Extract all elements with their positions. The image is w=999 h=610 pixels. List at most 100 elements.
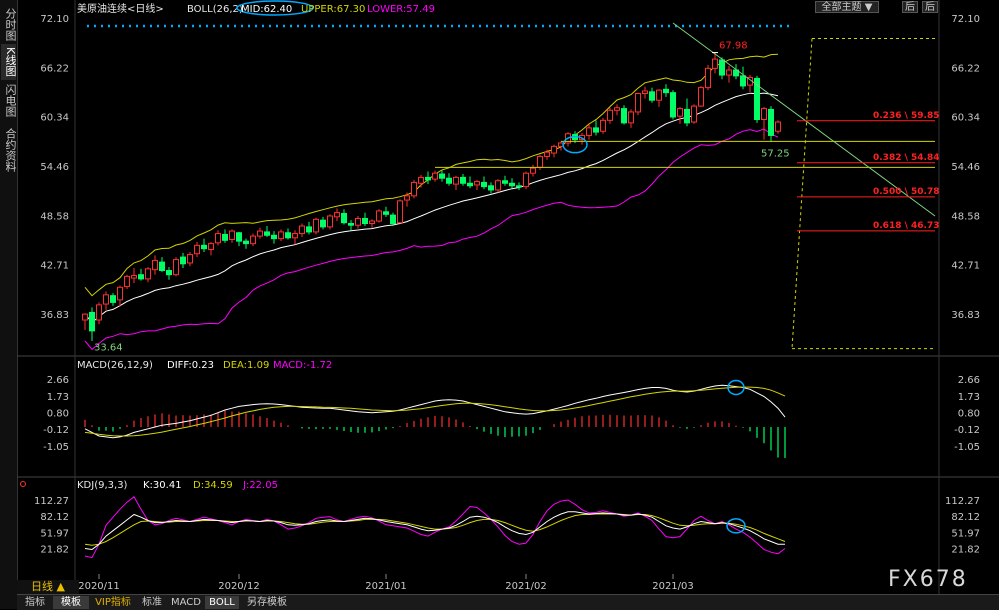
candle-body xyxy=(495,180,501,191)
candle-body xyxy=(180,256,186,265)
period-selector[interactable]: 日线 ▲ xyxy=(17,580,79,594)
candle-body xyxy=(670,92,676,118)
candle-body xyxy=(740,75,746,87)
sidebar-tab-3[interactable]: 合约资料 xyxy=(1,120,17,180)
macd-diff-line xyxy=(84,384,786,439)
candle-body xyxy=(656,89,662,101)
candle-body xyxy=(138,274,144,280)
candle-body xyxy=(334,212,340,218)
candle-body xyxy=(642,90,648,94)
boll-upper-label: UPPER:67.30 xyxy=(301,4,365,15)
sidebar-tab-0[interactable]: 分时图 xyxy=(1,6,17,42)
y-tick-label-right: 42.71 xyxy=(951,261,980,272)
y-tick-label-left: 72.10 xyxy=(40,14,69,25)
sidebar-tab-1[interactable]: K线图 xyxy=(1,44,17,80)
candle-body xyxy=(362,217,368,225)
candle-body xyxy=(719,59,725,76)
candle-body xyxy=(229,230,235,240)
topbar-controls: 全部主题 ▼ 后 后 xyxy=(812,0,999,14)
candle-body xyxy=(411,181,417,197)
y-tick-label-left: 21.82 xyxy=(40,545,69,556)
boll-mid-line xyxy=(84,92,779,324)
y-tick-label-right: 82.12 xyxy=(951,512,980,523)
fib-level-label: 0.618 \ 46.73 xyxy=(873,221,940,231)
chevron-down-icon: ▼ xyxy=(864,2,873,13)
candle-body xyxy=(131,275,137,279)
candle-body xyxy=(110,295,116,303)
candle-body xyxy=(446,177,452,184)
toolbar-tab-3[interactable]: 标准 xyxy=(137,596,167,609)
x-tick-label: 2020/11 xyxy=(78,581,120,592)
candle-body xyxy=(152,259,158,271)
candle-body xyxy=(208,243,214,251)
toolbar-tab-2[interactable]: VIP指标 xyxy=(91,596,135,609)
candle-body xyxy=(264,231,270,236)
boll-mid-label: MID:62.40 xyxy=(241,4,292,15)
candle-body xyxy=(397,200,403,224)
candle-body xyxy=(320,219,326,228)
y-tick-label-left: 0.80 xyxy=(47,409,69,420)
macd-dea-line xyxy=(84,386,786,437)
candle-body xyxy=(467,182,473,187)
candle-body xyxy=(327,215,333,228)
y-tick-label-left: 42.71 xyxy=(40,261,69,272)
candle-body xyxy=(530,167,536,174)
candle-body xyxy=(488,185,494,191)
last-low-annotation: 57.25 xyxy=(761,149,790,160)
candle-body xyxy=(481,181,487,188)
candle-body xyxy=(761,108,767,121)
y-tick-label-right: 112.27 xyxy=(945,496,980,507)
candle-body xyxy=(383,211,389,215)
candle-body xyxy=(194,244,200,255)
toolbar-tab-1[interactable]: 模板 xyxy=(53,596,89,609)
candle-body xyxy=(516,185,522,188)
candle-body xyxy=(474,181,480,186)
y-tick-label-right: 36.83 xyxy=(951,310,980,321)
kdj-d-label: D:34.59 xyxy=(193,480,233,491)
macd-value-label: MACD:-1.72 xyxy=(273,360,332,371)
candle-body xyxy=(103,294,109,305)
toolbar-tab-0[interactable]: 指标 xyxy=(19,596,51,609)
toolbar-tab-6[interactable]: 另存模板 xyxy=(241,596,293,609)
y-tick-label-right: 1.73 xyxy=(958,392,980,403)
kdj-settings-icon xyxy=(20,481,26,487)
candle-body xyxy=(124,275,130,287)
topbar-button-a[interactable]: 后 xyxy=(902,1,918,13)
candle-body xyxy=(551,145,557,154)
candle-body xyxy=(691,105,697,123)
candle-body xyxy=(299,225,305,235)
boll-label: BOLL(26,2) xyxy=(187,4,243,15)
candle-body xyxy=(621,108,627,124)
theme-select[interactable]: 全部主题 ▼ xyxy=(815,1,879,13)
y-tick-label-left: 51.97 xyxy=(40,528,69,539)
candle-body xyxy=(418,176,424,184)
candle-body xyxy=(145,268,151,280)
candle-body xyxy=(271,234,277,240)
toolbar-tab-5[interactable]: BOLL xyxy=(205,596,239,609)
y-tick-label-left: 112.27 xyxy=(34,496,69,507)
candle-body xyxy=(285,232,291,239)
macd-title: MACD(26,12,9) xyxy=(77,360,153,371)
candle-body xyxy=(586,127,592,136)
candle-body xyxy=(222,233,228,241)
sidebar-tab-2[interactable]: 闪电图 xyxy=(1,82,17,118)
macd-diff-label: DIFF:0.23 xyxy=(167,360,214,371)
y-tick-label-left: 48.58 xyxy=(40,211,69,222)
y-tick-label-left: 82.12 xyxy=(40,512,69,523)
boll-lower-label: LOWER:57.49 xyxy=(367,4,435,15)
candle-body xyxy=(215,233,221,244)
high-annotation: 67.98 xyxy=(719,40,748,51)
kdj-k-label: K:30.41 xyxy=(143,480,182,491)
topbar-button-b[interactable]: 后 xyxy=(922,1,938,13)
candle-body xyxy=(684,108,690,124)
candle-body xyxy=(628,111,634,124)
toolbar-tab-4[interactable]: MACD xyxy=(169,596,203,609)
candle-body xyxy=(348,223,354,226)
candle-body xyxy=(201,244,207,250)
candle-body xyxy=(257,230,263,237)
candle-body xyxy=(614,107,620,111)
bottom-toolbar: 指标 模板 VIP指标 标准 MACD BOLL 另存模板 xyxy=(17,594,999,610)
candle-body xyxy=(509,182,515,187)
y-tick-label-left: -1.05 xyxy=(43,442,69,453)
kdj-j-line xyxy=(84,496,786,559)
